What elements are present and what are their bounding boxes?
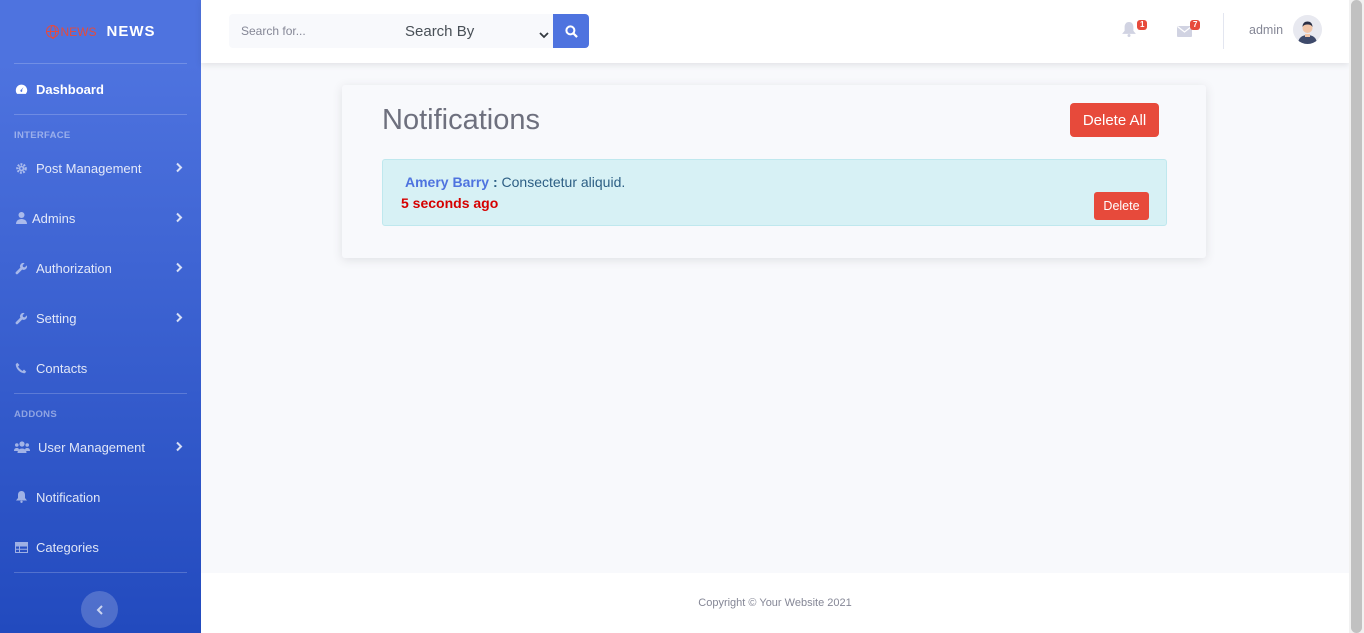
chevron-left-icon <box>96 604 103 615</box>
sidebar-item-categories[interactable]: Categories <box>0 522 201 572</box>
page-scrollbar[interactable] <box>1349 0 1364 633</box>
sidebar-item-dashboard[interactable]: Dashboard <box>0 64 201 114</box>
delete-notification-button[interactable]: Delete <box>1094 192 1149 220</box>
search-by-select[interactable]: Search By <box>394 14 553 48</box>
sidebar: NEWS NEWS Dashboard INTERFACE Post Manag… <box>0 0 201 633</box>
wrench-icon <box>14 311 28 325</box>
bell-icon <box>14 490 28 504</box>
notification-time: 5 seconds ago <box>401 195 499 211</box>
notifications-card: Notifications Delete All Amery Barry : C… <box>342 85 1206 258</box>
sidebar-item-setting[interactable]: Setting <box>0 293 201 343</box>
messages-dropdown[interactable]: 7 <box>1177 20 1201 42</box>
notification-author[interactable]: Amery Barry <box>405 174 489 190</box>
messages-counter-badge: 7 <box>1190 20 1201 30</box>
avatar <box>1293 15 1323 44</box>
topbar: Search By 1 7 admin <box>201 0 1349 63</box>
bell-icon <box>1122 22 1136 37</box>
notification-separator: : <box>492 174 498 190</box>
sidebar-item-label: Dashboard <box>36 81 104 97</box>
globe-icon <box>45 25 59 39</box>
search-input[interactable] <box>229 14 394 48</box>
scrollbar-thumb[interactable] <box>1351 0 1362 633</box>
search-icon <box>564 24 578 38</box>
chevron-right-icon <box>176 311 183 326</box>
sidebar-item-user-management[interactable]: User Management <box>0 422 201 472</box>
sidebar-toggle-button[interactable] <box>81 591 118 628</box>
alerts-counter-badge: 1 <box>1137 20 1148 30</box>
user-icon <box>14 211 28 225</box>
sidebar-item-label: User Management <box>38 439 145 455</box>
phone-icon <box>14 361 28 375</box>
search-form: Search By <box>229 14 589 48</box>
user-dropdown[interactable]: admin <box>1249 15 1323 44</box>
wrench-icon <box>14 261 28 275</box>
sidebar-heading-addons: ADDONS <box>14 409 57 420</box>
sidebar-item-notification[interactable]: Notification <box>0 472 201 522</box>
brand-title: NEWS <box>106 23 156 40</box>
chevron-right-icon <box>176 440 183 455</box>
chevron-down-icon <box>539 26 549 43</box>
user-name: admin <box>1249 22 1284 37</box>
page-title: Notifications <box>382 104 540 136</box>
sidebar-item-label: Admins <box>32 210 76 226</box>
delete-all-button[interactable]: Delete All <box>1070 103 1159 137</box>
footer: Copyright © Your Website 2021 <box>201 573 1349 633</box>
sidebar-item-label: Categories <box>36 539 99 555</box>
cog-icon <box>14 161 28 175</box>
sidebar-item-label: Contacts <box>36 360 88 376</box>
notification-item: Amery Barry : Consectetur aliquid. 5 sec… <box>382 159 1167 226</box>
sidebar-item-authorization[interactable]: Authorization <box>0 243 201 293</box>
sidebar-brand[interactable]: NEWS NEWS <box>0 0 201 63</box>
alerts-dropdown[interactable]: 1 <box>1122 20 1148 42</box>
notification-message: Consectetur aliquid. <box>501 174 626 190</box>
sidebar-item-label: Setting <box>36 310 77 326</box>
sidebar-divider <box>14 393 187 394</box>
sidebar-divider <box>14 114 187 115</box>
sidebar-item-label: Notification <box>36 489 101 505</box>
table-icon <box>14 540 28 554</box>
brand-logo: NEWS <box>45 25 97 39</box>
users-icon <box>14 440 30 454</box>
chevron-right-icon <box>176 261 183 276</box>
tachometer-icon <box>14 82 28 96</box>
search-button[interactable] <box>553 14 589 48</box>
search-by-value: Search By <box>405 22 475 40</box>
sidebar-item-post-management[interactable]: Post Management <box>0 143 201 193</box>
sidebar-item-admins[interactable]: Admins <box>0 193 201 243</box>
topbar-divider <box>1223 13 1224 49</box>
sidebar-heading-interface: INTERFACE <box>14 130 71 141</box>
chevron-right-icon <box>176 211 183 226</box>
chevron-right-icon <box>176 161 183 176</box>
sidebar-item-label: Post Management <box>36 160 142 176</box>
sidebar-item-contacts[interactable]: Contacts <box>0 343 201 393</box>
sidebar-item-label: Authorization <box>36 260 112 276</box>
notification-header: Amery Barry : Consectetur aliquid. <box>405 174 625 190</box>
copyright-text: Copyright © Your Website 2021 <box>698 597 852 609</box>
sidebar-divider <box>14 572 187 573</box>
